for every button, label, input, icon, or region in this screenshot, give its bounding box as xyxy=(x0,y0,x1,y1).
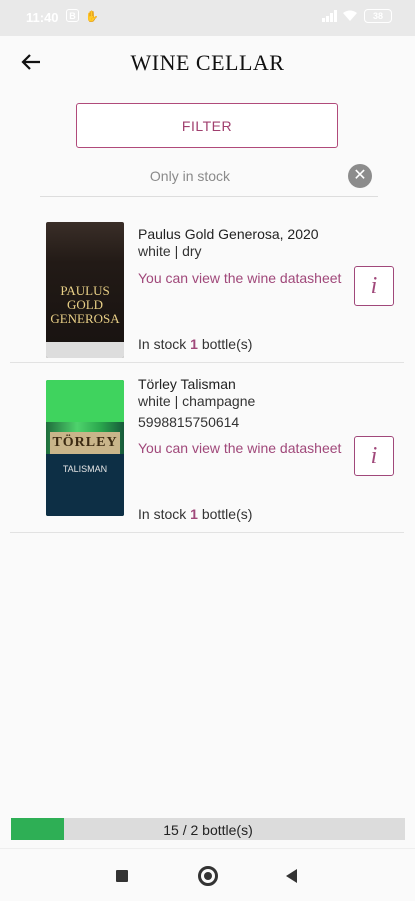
status-bar: 11:40 B ✋ 38 xyxy=(0,0,415,36)
wine-bottle-image: PAULUS GOLD GENEROSA xyxy=(46,222,124,358)
bottle-label-subtext: TALISMAN xyxy=(46,454,124,516)
filter-button[interactable]: FILTER xyxy=(76,103,338,148)
bottle-label-text: TÖRLEY xyxy=(50,432,120,454)
stock-info: In stock 1 bottle(s) xyxy=(138,506,348,523)
page-title: WINE CELLAR xyxy=(130,50,285,75)
bottle-base xyxy=(46,342,124,358)
cellar-capacity-bar: 15 / 2 bottle(s) xyxy=(11,818,405,840)
stock-prefix: In stock xyxy=(138,336,187,352)
battery-icon: 38 xyxy=(364,9,392,23)
wine-info: Törley Talisman white | champagne 599881… xyxy=(138,376,348,431)
stock-count: 1 xyxy=(190,506,198,522)
back-icon[interactable] xyxy=(286,869,297,883)
stock-unit: bottle(s) xyxy=(201,506,253,522)
wifi-icon xyxy=(342,9,358,23)
stock-count: 1 xyxy=(190,336,198,352)
wine-info: Paulus Gold Generosa, 2020 white | dry xyxy=(138,226,348,260)
signal-icon xyxy=(322,9,338,23)
wine-type: white | dry xyxy=(138,243,202,259)
stock-filter-label: Only in stock xyxy=(149,168,231,184)
home-icon[interactable] xyxy=(198,866,218,886)
app-bar: WINE CELLAR xyxy=(0,36,415,88)
wine-barcode: 5998815750614 xyxy=(138,414,240,430)
system-nav-bar xyxy=(0,848,415,901)
info-button[interactable]: i xyxy=(354,436,394,476)
bottle-label-text: PAULUS GOLD GENEROSA xyxy=(50,283,120,326)
stock-prefix: In stock xyxy=(138,506,187,522)
recent-apps-icon[interactable] xyxy=(116,870,128,882)
stock-info: In stock 1 bottle(s) xyxy=(138,336,348,353)
stock-filter-chip[interactable]: Only in stock ✕ xyxy=(40,158,378,197)
datasheet-link[interactable]: You can view the wine datasheet xyxy=(138,440,348,457)
status-time: 11:40 xyxy=(26,10,59,25)
info-button[interactable]: i xyxy=(354,266,394,306)
wine-bottle-image: TÖRLEY TALISMAN xyxy=(46,380,124,516)
hand-icon: ✋ xyxy=(85,10,99,23)
b-icon: B xyxy=(66,9,79,22)
info-icon: i xyxy=(370,272,378,299)
close-circle-icon[interactable]: ✕ xyxy=(348,164,372,188)
wine-name: Törley Talisman xyxy=(138,376,236,392)
datasheet-link[interactable]: You can view the wine datasheet xyxy=(138,270,348,287)
list-item[interactable]: TÖRLEY TALISMAN Törley Talisman white | … xyxy=(10,366,404,533)
wine-name: Paulus Gold Generosa, 2020 xyxy=(138,226,319,242)
bottle-neck xyxy=(46,380,124,422)
progress-label: 15 / 2 bottle(s) xyxy=(163,822,253,838)
stock-unit: bottle(s) xyxy=(201,336,253,352)
info-icon: i xyxy=(370,442,378,469)
wine-type: white | champagne xyxy=(138,393,256,409)
list-item[interactable]: PAULUS GOLD GENEROSA Paulus Gold Generosa,… xyxy=(10,210,404,363)
